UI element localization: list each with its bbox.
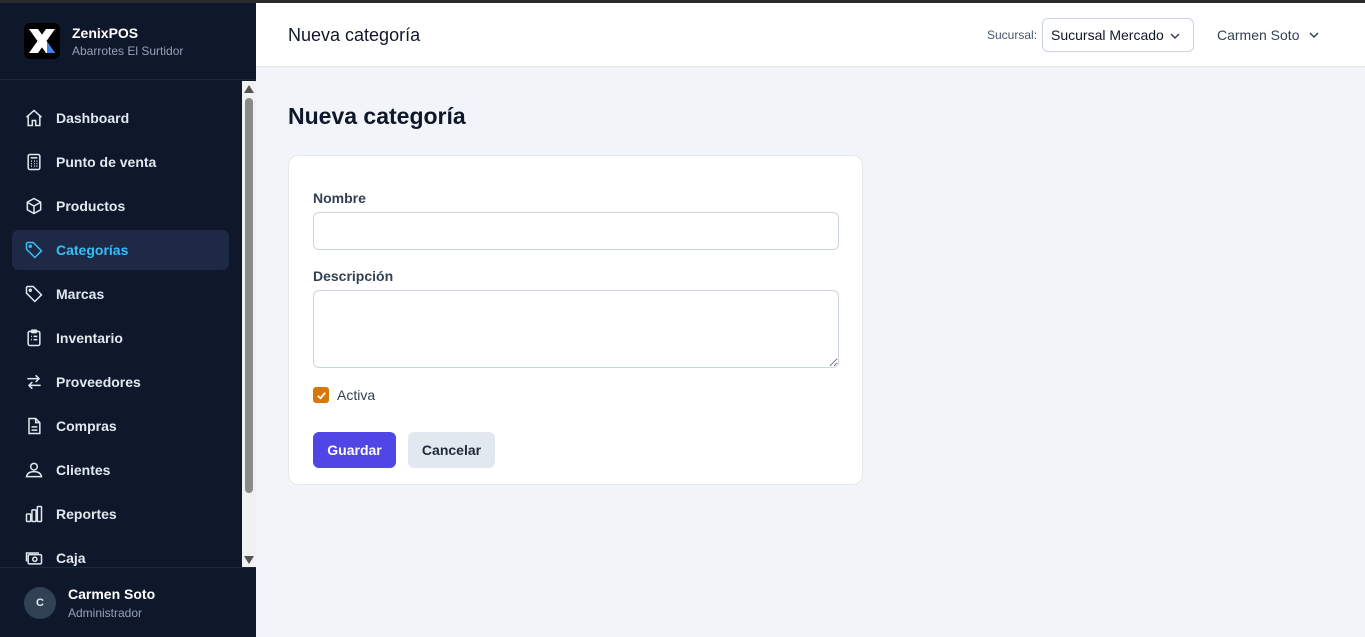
sidebar-item-compras[interactable]: Compras xyxy=(12,406,229,446)
sidebar-item-inventario[interactable]: Inventario xyxy=(12,318,229,358)
sidebar-item-label: Punto de venta xyxy=(56,154,157,170)
sidebar-item-label: Caja xyxy=(56,550,86,566)
top-header: Nueva categoría Sucursal: Sucursal Merca… xyxy=(256,3,1365,67)
sidebar-item-label: Categorías xyxy=(56,242,129,258)
calculator-icon xyxy=(27,153,41,171)
tag-icon xyxy=(25,285,43,303)
cancel-button[interactable]: Cancelar xyxy=(408,432,495,468)
sidebar-item-label: Reportes xyxy=(56,506,117,522)
sidebar-item-proveedores[interactable]: Proveedores xyxy=(12,362,229,402)
branch-label: Sucursal: xyxy=(987,28,1038,42)
name-input[interactable] xyxy=(313,212,839,250)
branch-select[interactable]: Sucursal Mercado xyxy=(1042,18,1194,52)
sidebar-item-productos[interactable]: Productos xyxy=(12,186,229,226)
sidebar-item-marcas[interactable]: Marcas xyxy=(12,274,229,314)
branch-select-value: Sucursal Mercado xyxy=(1051,27,1164,43)
sidebar-item-label: Inventario xyxy=(56,330,123,346)
brand: ZenixPOS Abarrotes El Surtidor xyxy=(0,3,256,80)
description-label: Descripción xyxy=(313,268,394,284)
bar-chart-icon xyxy=(25,505,43,523)
sidebar: ZenixPOS Abarrotes El Surtidor Dashboard… xyxy=(0,3,256,637)
description-textarea[interactable] xyxy=(313,290,839,368)
user-menu-name: Carmen Soto xyxy=(1217,27,1300,43)
user-role: Administrador xyxy=(68,605,143,620)
save-button[interactable]: Guardar xyxy=(313,432,396,468)
user-name: Carmen Soto xyxy=(68,585,156,602)
active-checkbox[interactable] xyxy=(313,387,329,403)
home-icon xyxy=(26,109,42,127)
category-form: Nombre Descripción Activa Guardar Cancel… xyxy=(288,155,863,485)
cash-icon xyxy=(25,552,43,565)
sidebar-item-label: Dashboard xyxy=(56,110,130,126)
sidebar-item-punto-de-venta[interactable]: Punto de venta xyxy=(12,142,229,182)
arrows-swap-icon xyxy=(27,374,41,390)
active-label: Activa xyxy=(337,387,376,403)
user-icon xyxy=(25,462,43,478)
sidebar-user[interactable]: C Carmen Soto Administrador xyxy=(0,567,256,637)
brand-subtitle: Abarrotes El Surtidor xyxy=(72,43,184,58)
sidebar-item-reportes[interactable]: Reportes xyxy=(12,494,229,534)
avatar: C xyxy=(24,586,56,619)
scroll-thumb[interactable] xyxy=(245,98,253,493)
brand-name: ZenixPOS xyxy=(72,24,139,41)
sidebar-nav: Dashboard Punto de venta Productos Categ… xyxy=(0,81,242,568)
user-menu[interactable]: Carmen Soto xyxy=(1217,18,1327,52)
sidebar-item-label: Marcas xyxy=(56,286,105,302)
sidebar-item-clientes[interactable]: Clientes xyxy=(12,450,229,490)
scroll-down-arrow-icon[interactable] xyxy=(244,556,254,564)
clipboard-icon xyxy=(27,329,41,347)
sidebar-scrollbar[interactable] xyxy=(242,81,256,568)
sidebar-item-label: Clientes xyxy=(56,462,111,478)
check-icon xyxy=(316,391,326,400)
document-icon xyxy=(28,417,41,435)
logo-icon xyxy=(24,23,60,59)
page-title: Nueva categoría xyxy=(288,103,466,129)
active-checkbox-row[interactable]: Activa xyxy=(313,387,375,403)
header-title: Nueva categoría xyxy=(288,25,421,45)
scroll-up-arrow-icon[interactable] xyxy=(244,85,254,93)
sidebar-item-dashboard[interactable]: Dashboard xyxy=(12,98,229,138)
chevron-down-icon xyxy=(1309,32,1319,39)
cube-icon xyxy=(26,197,42,215)
sidebar-item-caja[interactable]: Caja xyxy=(12,538,229,568)
name-label: Nombre xyxy=(313,190,366,206)
sidebar-item-label: Proveedores xyxy=(56,374,141,390)
tag-icon xyxy=(25,241,43,259)
chevron-down-icon xyxy=(1170,33,1180,40)
sidebar-item-label: Productos xyxy=(56,198,126,214)
sidebar-item-categorias[interactable]: Categorías xyxy=(12,230,229,270)
sidebar-item-label: Compras xyxy=(56,418,117,434)
